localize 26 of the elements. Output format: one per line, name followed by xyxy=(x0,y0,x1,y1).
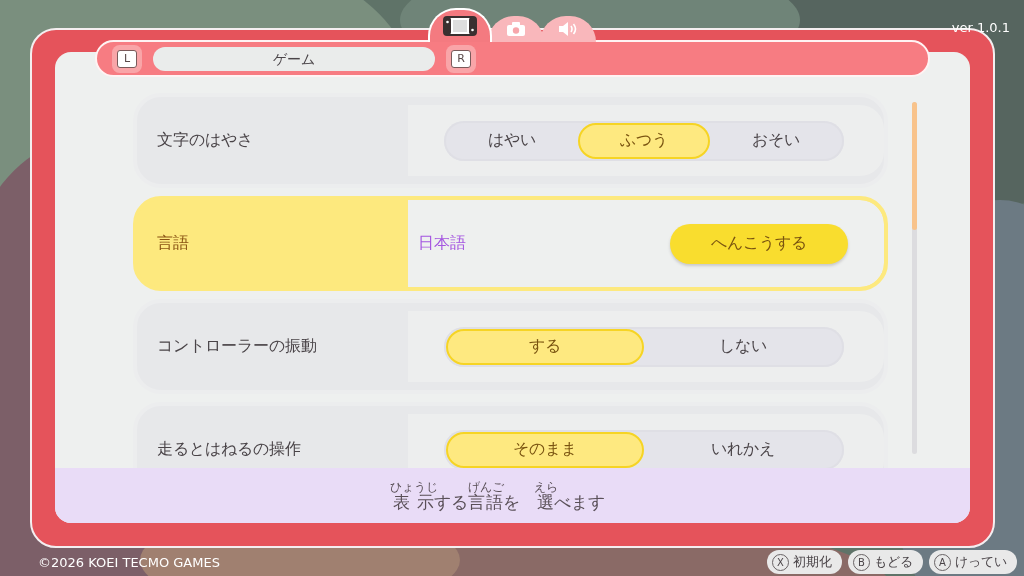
setting-label: コントローラーの振動 xyxy=(157,336,317,357)
scrollbar[interactable] xyxy=(912,102,917,454)
speaker-icon xyxy=(558,21,578,37)
camera-icon xyxy=(506,21,526,37)
option-button[interactable]: はやい xyxy=(446,122,578,159)
option-button[interactable]: しない xyxy=(644,328,842,365)
change-button[interactable]: へんこうする xyxy=(670,223,848,264)
setting-label: 文字のはやさ xyxy=(157,130,253,151)
option-button[interactable]: ふつう xyxy=(578,122,710,159)
scroll-thumb[interactable] xyxy=(912,102,917,230)
setting-label: 言語 xyxy=(157,233,189,254)
setting-row[interactable]: 言語 日本語 へんこうする xyxy=(133,196,888,291)
footer-button[interactable]: B もどる xyxy=(848,550,923,574)
console-icon xyxy=(443,16,477,36)
category-title: ゲーム xyxy=(153,46,435,71)
hint-text: 表示 ひょうじ する言語 げんご を 選 えら べます xyxy=(389,480,606,511)
footer-button[interactable]: A けってい xyxy=(929,550,1017,574)
option-button[interactable]: おそい xyxy=(710,122,842,159)
option-button[interactable]: する xyxy=(446,328,644,365)
setting-value: 日本語 xyxy=(418,233,466,254)
version-text: ver 1.0.1 xyxy=(951,20,1010,35)
copyright-text: ©2026 KOEI TECMO GAMES xyxy=(38,554,220,570)
option-button[interactable]: いれかえ xyxy=(644,431,842,468)
option-button[interactable]: そのまま xyxy=(446,431,644,468)
setting-label: 走るとはねるの操作 xyxy=(157,439,301,460)
footer-button[interactable]: X 初期化 xyxy=(767,550,842,574)
